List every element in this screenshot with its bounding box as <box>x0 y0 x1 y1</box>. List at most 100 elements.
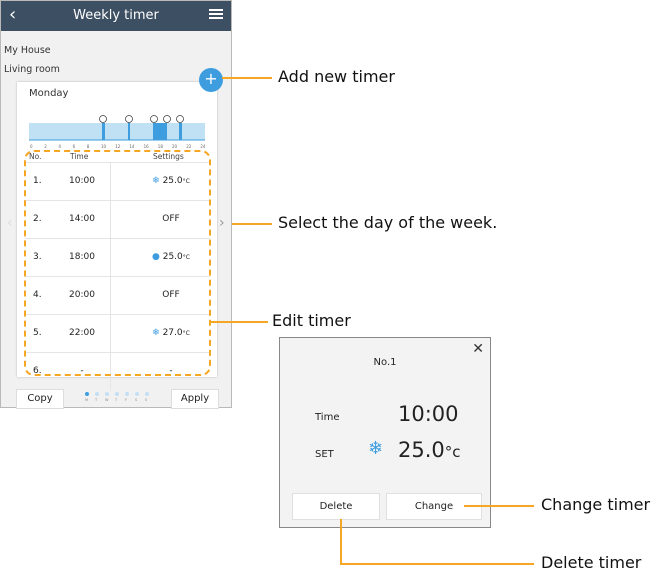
hour-tick-label: 18 <box>158 144 164 149</box>
callout-line <box>340 563 534 565</box>
clock-icon <box>150 115 158 123</box>
set-value: 25.0°c <box>398 438 461 462</box>
day-selector[interactable]: M T W T F S S <box>83 391 153 405</box>
column-divider <box>110 163 111 201</box>
close-icon[interactable]: ✕ <box>472 341 484 357</box>
hour-tick-label: 8 <box>87 144 90 149</box>
hour-tick-label: 20 <box>172 144 178 149</box>
day-letter: T <box>115 398 118 402</box>
callout-line <box>211 321 268 323</box>
day-letter: W <box>105 398 109 402</box>
page-title: Weekly timer <box>73 8 159 23</box>
timer-row[interactable]: 4. 20:00 OFF <box>25 276 210 315</box>
column-header-settings: Settings <box>153 152 184 161</box>
timer-row[interactable]: 2. 14:00 OFF <box>25 200 210 239</box>
row-number: 5. <box>33 328 42 338</box>
callout-line <box>232 223 272 225</box>
hour-tick-label: 22 <box>186 144 192 149</box>
chevron-right-icon[interactable]: › <box>219 215 225 231</box>
temp-unit: °C <box>182 178 190 185</box>
phone-screen: ‹ Weekly timer My House Living room Mond… <box>0 0 232 409</box>
column-divider <box>110 353 111 391</box>
chart-bar-2 <box>128 123 130 140</box>
temp-unit: °C <box>182 330 190 337</box>
edit-timer-dialog: ✕ No.1 Time 10:00 SET ❄ 25.0°c Delete Ch… <box>279 337 491 528</box>
temp-unit: °C <box>182 254 190 261</box>
row-temp: 25.0 <box>162 252 183 262</box>
day-dot[interactable] <box>125 392 129 396</box>
add-timer-button[interactable]: + <box>199 68 223 92</box>
day-label: Monday <box>29 88 69 99</box>
day-dot[interactable] <box>95 392 99 396</box>
callout-select-day: Select the day of the week. <box>278 213 498 232</box>
row-time: 20:00 <box>69 290 95 300</box>
chart-bar-3 <box>153 123 167 140</box>
callout-add-timer: Add new timer <box>278 67 395 86</box>
day-dot[interactable] <box>85 392 89 396</box>
chevron-left-icon[interactable]: ‹ <box>7 215 13 231</box>
day-letter: M <box>85 398 89 402</box>
callout-line <box>222 77 272 79</box>
snowflake-icon: ❄ <box>152 176 160 186</box>
row-temp: 27.0 <box>162 328 183 338</box>
timer-row[interactable]: 1. 10:00 ❄ 25.0°C <box>25 162 210 201</box>
row-setting: OFF <box>162 214 180 224</box>
row-setting: OFF <box>162 290 180 300</box>
clock-icon <box>125 115 133 123</box>
copy-button[interactable]: Copy <box>16 389 64 409</box>
time-value: 10:00 <box>398 402 459 426</box>
row-temp: 25.0 <box>162 176 183 186</box>
timer-card: Monday 0 2 4 6 8 10 12 14 16 18 20 22 24 No. Time Se… <box>17 82 217 391</box>
chart-bar-1 <box>102 123 105 140</box>
day-dot[interactable] <box>145 392 149 396</box>
row-setting: - <box>169 366 173 376</box>
snowflake-icon: ❄ <box>368 438 384 459</box>
clock-icon <box>163 115 171 123</box>
column-divider <box>110 315 111 353</box>
day-dot[interactable] <box>115 392 119 396</box>
callout-delete-timer: Delete timer <box>541 553 642 572</box>
day-letter: T <box>95 398 98 402</box>
column-divider <box>110 239 111 277</box>
breadcrumb-room: Living room <box>4 64 60 75</box>
title-bar: ‹ Weekly timer <box>1 1 231 31</box>
set-label: SET <box>315 449 334 460</box>
breadcrumb-home: My House <box>4 45 51 56</box>
hour-tick-label: 14 <box>129 144 135 149</box>
chart-bar-4 <box>179 123 182 140</box>
timer-row[interactable]: 3. 18:00 ● 25.0°C <box>25 238 210 277</box>
hour-tick-label: 24 <box>200 144 205 149</box>
row-number: 4. <box>33 290 42 300</box>
change-button[interactable]: Change <box>386 493 482 520</box>
timer-row[interactable]: 6. - - <box>25 352 210 391</box>
apply-button[interactable]: Apply <box>171 389 219 409</box>
row-setting: ❄ 27.0°C <box>135 328 207 338</box>
day-dot[interactable] <box>105 392 109 396</box>
hour-tick-label: 6 <box>73 144 76 149</box>
hour-tick-label: 12 <box>115 144 121 149</box>
hour-tick-label: 2 <box>44 144 47 149</box>
hour-tick-label: 4 <box>58 144 61 149</box>
row-time: 18:00 <box>69 252 95 262</box>
set-unit: °c <box>444 443 461 461</box>
row-time: 14:00 <box>69 214 95 224</box>
day-dot[interactable] <box>135 392 139 396</box>
hamburger-menu-icon[interactable] <box>209 7 223 21</box>
callout-line <box>464 505 534 507</box>
callout-line <box>340 519 342 564</box>
chart-band <box>29 123 205 140</box>
row-time: 22:00 <box>69 328 95 338</box>
row-number: 2. <box>33 214 42 224</box>
row-time: 10:00 <box>69 176 95 186</box>
hour-tick-label: 16 <box>144 144 150 149</box>
hour-tick-label: 10 <box>101 144 107 149</box>
timer-chart: 0 2 4 6 8 10 12 14 16 18 20 22 24 <box>29 115 205 149</box>
droplet-icon: ● <box>152 252 160 262</box>
delete-button[interactable]: Delete <box>292 493 380 520</box>
timer-row[interactable]: 5. 22:00 ❄ 27.0°C <box>25 314 210 353</box>
row-setting: ❄ 25.0°C <box>135 176 207 186</box>
timer-number: No.1 <box>373 357 397 368</box>
column-divider <box>110 277 111 315</box>
row-setting: ● 25.0°C <box>135 252 207 262</box>
row-number: 6. <box>33 366 42 376</box>
